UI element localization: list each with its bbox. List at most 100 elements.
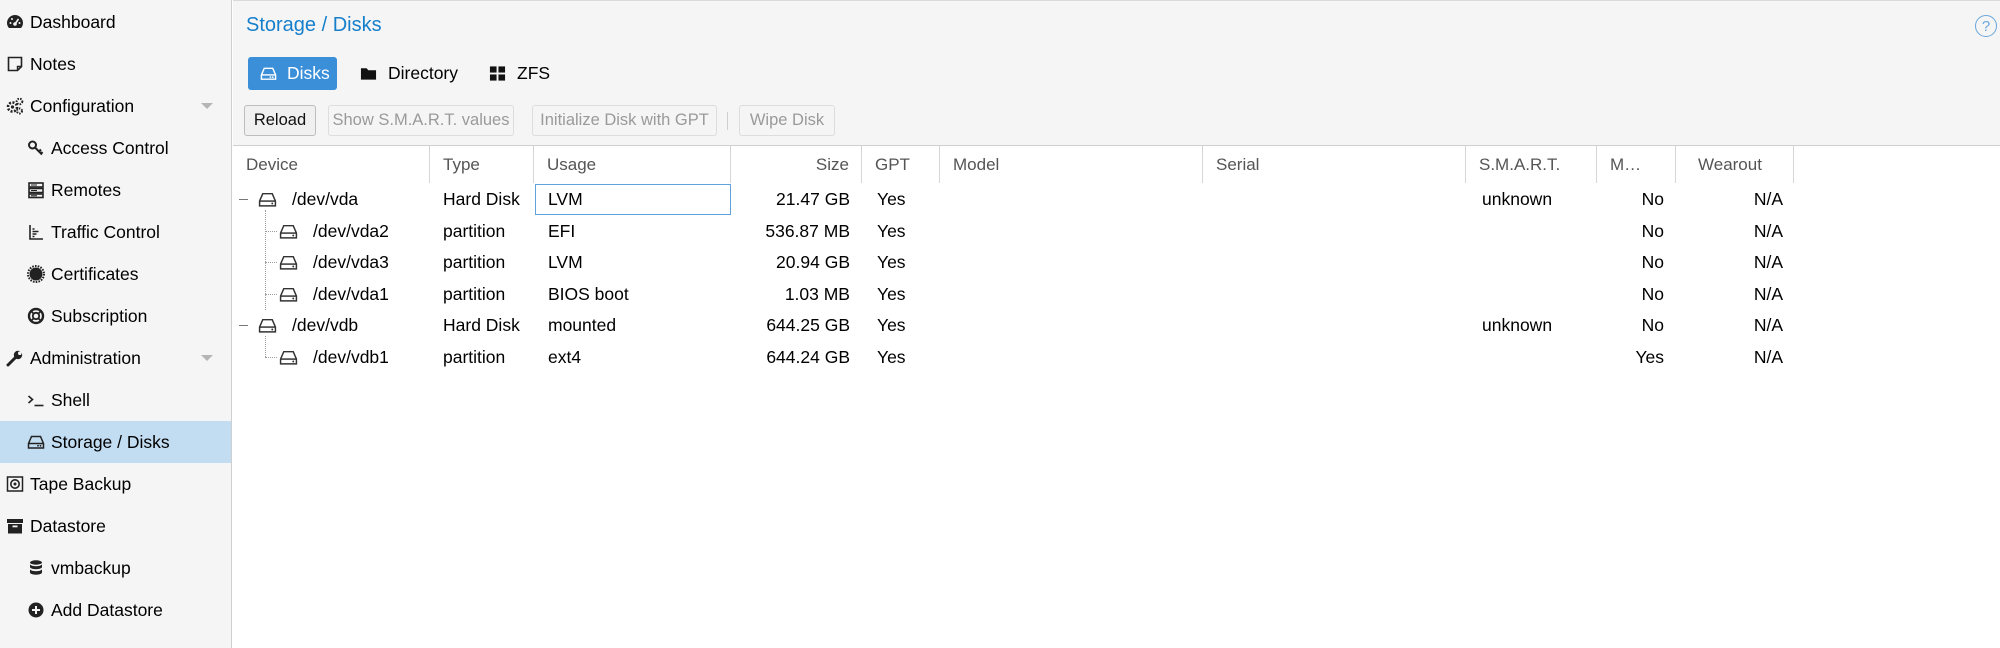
cell-mounted: No	[1641, 252, 1664, 272]
sidebar-item-dashboard[interactable]: Dashboard	[0, 1, 231, 43]
cell-smart: unknown	[1482, 189, 1553, 209]
cell-size: 644.25 GB	[766, 315, 850, 335]
traffic-chart-icon	[27, 223, 45, 241]
chevron-down-icon[interactable]	[201, 355, 213, 361]
sidebar-item-label: Certificates	[51, 263, 139, 284]
cell-type: partition	[443, 252, 506, 272]
sidebar-item-administration[interactable]: Administration	[0, 337, 231, 379]
table-row[interactable]: /dev/vdb1 partition ext4 644.24 GB Yes Y…	[233, 342, 1803, 373]
cell-device: /dev/vdb1	[313, 347, 389, 367]
cell-gpt: Yes	[877, 189, 906, 209]
cell-device: /dev/vda1	[313, 284, 389, 304]
sidebar-item-label: Access Control	[51, 137, 169, 158]
reload-button[interactable]: Reload	[244, 105, 316, 136]
column-header-model[interactable]: Model	[940, 146, 1203, 183]
sidebar-item-traffic-control[interactable]: Traffic Control	[0, 211, 231, 253]
cell-size: 1.03 MB	[784, 284, 850, 304]
table-row[interactable]: /dev/vda1 partition BIOS boot 1.03 MB Ye…	[233, 279, 1803, 310]
sidebar-item-access-control[interactable]: Access Control	[0, 127, 231, 169]
sidebar-item-datastore[interactable]: Datastore	[0, 505, 231, 547]
tab-disks[interactable]: Disks	[248, 57, 337, 90]
folder-icon	[360, 68, 377, 80]
sidebar-item-label: Administration	[30, 347, 141, 368]
column-header-type[interactable]: Type	[430, 146, 534, 183]
cell-usage: ext4	[548, 347, 582, 367]
column-header-device[interactable]: Device	[233, 146, 430, 183]
cell-mounted: No	[1641, 189, 1664, 209]
sidebar-item-configuration[interactable]: Configuration	[0, 85, 231, 127]
sidebar-item-notes[interactable]: Notes	[0, 43, 231, 85]
column-header-serial[interactable]: Serial	[1203, 146, 1466, 183]
sidebar-item-add-datastore[interactable]: Add Datastore	[0, 589, 231, 631]
gears-icon	[6, 97, 24, 115]
chevron-down-icon[interactable]	[201, 103, 213, 109]
table-row[interactable]: /dev/vdb Hard Disk mounted 644.25 GB Yes…	[233, 310, 1803, 341]
table-row[interactable]: /dev/vda2 partition EFI 536.87 MB Yes No…	[233, 216, 1803, 247]
wrench-icon	[6, 349, 24, 367]
hdd-icon	[258, 318, 277, 333]
cell-device: /dev/vdb	[292, 315, 359, 335]
show-smart-values-button[interactable]: Show S.M.A.R.T. values	[328, 105, 514, 136]
column-header-smart[interactable]: S.M.A.R.T.	[1466, 146, 1597, 183]
content-header: Storage / Disks ? Disks Directory ZFS	[233, 0, 2000, 99]
hdd-icon	[279, 255, 298, 270]
sidebar-item-certificates[interactable]: Certificates	[0, 253, 231, 295]
sidebar-item-subscription[interactable]: Subscription	[0, 295, 231, 337]
terminal-icon	[27, 391, 45, 409]
collapse-icon[interactable]	[239, 321, 248, 330]
sidebar-item-label: Configuration	[30, 95, 135, 116]
database-icon	[27, 559, 45, 577]
sidebar-item-label: Traffic Control	[51, 221, 160, 242]
column-header-size[interactable]: Size	[731, 146, 862, 183]
sidebar-item-vmbackup[interactable]: vmbackup	[0, 547, 231, 589]
toolbar: Reload Show S.M.A.R.T. values Initialize…	[233, 98, 2000, 146]
tab-zfs[interactable]: ZFS	[489, 57, 550, 90]
notes-icon	[6, 55, 24, 73]
cell-wearout: N/A	[1753, 189, 1783, 209]
tab-label: ZFS	[517, 63, 551, 83]
cell-mounted: No	[1641, 284, 1664, 304]
cell-mounted: Yes	[1635, 347, 1664, 367]
dashboard-icon	[6, 13, 24, 31]
initialize-disk-gpt-button[interactable]: Initialize Disk with GPT	[532, 105, 717, 136]
tab-label: Disks	[287, 63, 330, 83]
collapse-icon[interactable]	[239, 195, 248, 204]
sidebar-item-label: Tape Backup	[30, 473, 132, 494]
cell-size: 20.94 GB	[776, 252, 850, 272]
tab-directory[interactable]: Directory	[360, 57, 458, 90]
cell-gpt: Yes	[877, 221, 906, 241]
cell-wearout: N/A	[1753, 347, 1783, 367]
cell-type: Hard Disk	[443, 315, 520, 335]
sidebar-item-label: Shell	[51, 389, 90, 410]
table-row[interactable]: /dev/vda3 partition LVM 20.94 GB Yes No …	[233, 247, 1803, 278]
cell-gpt: Yes	[877, 315, 906, 335]
sidebar-item-shell[interactable]: Shell	[0, 379, 231, 421]
hdd-icon	[27, 433, 45, 451]
cell-wearout: N/A	[1753, 284, 1783, 304]
cell-wearout: N/A	[1753, 221, 1783, 241]
toolbar-separator	[727, 112, 728, 130]
column-header-usage[interactable]: Usage	[534, 146, 731, 183]
server-icon	[27, 181, 45, 199]
cell-gpt: Yes	[877, 252, 906, 272]
cell-type: partition	[443, 347, 506, 367]
table-row[interactable]: /dev/vda Hard Disk LVM 21.47 GB Yes unkn…	[233, 184, 1803, 215]
cell-type: partition	[443, 221, 506, 241]
column-header-gpt[interactable]: GPT	[862, 146, 940, 183]
cell-device: /dev/vda3	[313, 252, 389, 272]
hdd-icon	[279, 350, 298, 365]
cell-type: partition	[443, 284, 506, 304]
column-header-mounted[interactable]: M…	[1597, 146, 1676, 183]
column-header-wearout[interactable]: Wearout	[1676, 146, 1794, 183]
archive-icon	[6, 517, 24, 535]
wipe-disk-button[interactable]: Wipe Disk	[739, 105, 835, 136]
sidebar-item-remotes[interactable]: Remotes	[0, 169, 231, 211]
sidebar-item-label: Notes	[30, 53, 76, 74]
sidebar-item-tape-backup[interactable]: Tape Backup	[0, 463, 231, 505]
help-icon[interactable]: ?	[1975, 15, 1997, 37]
sidebar-item-label: Storage / Disks	[51, 431, 170, 452]
cell-usage: mounted	[548, 315, 617, 335]
sidebar-item-storage-disks[interactable]: Storage / Disks	[0, 421, 231, 463]
hdd-icon	[279, 287, 298, 302]
sidebar-item-label: Subscription	[51, 305, 148, 326]
